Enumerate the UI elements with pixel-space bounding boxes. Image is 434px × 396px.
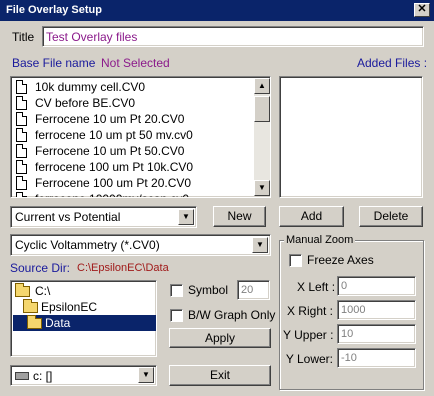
freeze-axes-label: Freeze Axes [307, 253, 374, 267]
file-list-item-label: ferrocene 10000mv/scan.cv0 [35, 192, 189, 197]
chevron-down-icon[interactable]: ▼ [138, 367, 154, 383]
file-list-item-label: Ferrocene 100 um Pt 20.CV0 [35, 176, 192, 190]
close-button[interactable]: ✕ [414, 3, 430, 17]
delete-button[interactable]: Delete [359, 206, 423, 227]
x-right-label: X Right : [286, 304, 333, 318]
y-upper-input[interactable]: 10 [337, 324, 416, 344]
added-files-label: Added Files : [357, 56, 428, 70]
document-icon [16, 144, 27, 158]
add-button[interactable]: Add [279, 206, 344, 227]
document-icon [16, 176, 27, 190]
document-icon [16, 80, 27, 94]
scroll-up-button[interactable]: ▲ [254, 78, 270, 94]
freeze-axes-checkbox[interactable] [289, 254, 302, 267]
drive-icon [15, 372, 29, 380]
window-title: File Overlay Setup [6, 4, 102, 16]
folder-open-icon [27, 315, 42, 329]
file-type-value: Cyclic Voltammetry (*.CV0) [15, 238, 160, 252]
x-left-input[interactable]: 0 [337, 276, 416, 296]
file-list-item[interactable]: ferrocene 100 um Pt 10k.CV0 [13, 159, 253, 175]
x-right-value: 1000 [341, 304, 366, 316]
file-list-item[interactable]: CV before BE.CV0 [13, 95, 253, 111]
scroll-thumb[interactable] [254, 96, 270, 122]
manual-zoom-label: Manual Zoom [284, 234, 356, 246]
y-lower-input[interactable]: -10 [337, 348, 416, 368]
chevron-down-icon[interactable]: ▼ [252, 237, 268, 253]
x-left-value: 0 [341, 280, 348, 292]
dir-item-epsilonec[interactable]: EpsilonEC [13, 299, 154, 315]
chevron-down-icon[interactable]: ▼ [178, 209, 194, 225]
title-input[interactable]: Test Overlay files [42, 26, 424, 47]
document-icon [16, 112, 27, 126]
drive-select[interactable]: c: [] ▼ [10, 365, 157, 386]
file-list-item[interactable]: Ferrocene 10 um Pt 50.CV0 [13, 143, 253, 159]
scroll-down-button[interactable]: ▼ [254, 180, 270, 196]
dir-item-data[interactable]: Data [13, 315, 156, 331]
file-list-item-label: 10k dummy cell.CV0 [35, 80, 146, 94]
file-list-item[interactable]: 10k dummy cell.CV0 [13, 79, 253, 95]
file-list-item-label: Ferrocene 10 um Pt 20.CV0 [35, 112, 185, 126]
document-icon [16, 160, 27, 174]
title-label: Title [12, 30, 35, 44]
dir-item-label: Data [45, 316, 71, 330]
symbol-label: Symbol [188, 283, 229, 297]
file-list-item[interactable]: ferrocene 10000mv/scan.cv0 [13, 191, 253, 197]
plot-type-select[interactable]: Current vs Potential ▼ [10, 206, 197, 228]
base-file-label: Base File name [12, 56, 96, 70]
symbol-size-input[interactable]: 20 [237, 280, 270, 300]
file-list-item-label: ferrocene 10 um pt 50 mv.cv0 [35, 128, 193, 142]
file-list-item-label: Ferrocene 10 um Pt 50.CV0 [35, 144, 185, 158]
file-list-item-label: ferrocene 100 um Pt 10k.CV0 [35, 160, 194, 174]
apply-button[interactable]: Apply [169, 328, 271, 348]
folder-open-icon [23, 299, 38, 313]
document-icon [16, 128, 27, 142]
directory-tree[interactable]: C:\ EpsilonEC Data [10, 280, 157, 357]
added-files-list[interactable] [279, 76, 423, 198]
exit-button[interactable]: Exit [169, 365, 271, 386]
base-file-status: Not Selected [101, 56, 170, 70]
file-list-item[interactable]: ferrocene 10 um pt 50 mv.cv0 [13, 127, 253, 143]
x-right-input[interactable]: 1000 [337, 300, 416, 320]
title-bar: File Overlay Setup ✕ [0, 0, 434, 21]
x-left-label: X Left : [297, 280, 336, 294]
y-lower-value: -10 [341, 352, 357, 364]
drive-value: c: [] [33, 369, 53, 383]
bw-graph-label: B/W Graph Only [188, 308, 276, 322]
folder-open-icon [15, 283, 30, 297]
source-dir-label: Source Dir: [10, 261, 71, 275]
new-button[interactable]: New [213, 206, 266, 227]
bw-graph-checkbox[interactable] [170, 309, 183, 322]
file-list[interactable]: 10k dummy cell.CV0 CV before BE.CV0 Ferroc… [10, 76, 271, 198]
plot-type-value: Current vs Potential [15, 210, 121, 224]
dir-item-label: EpsilonEC [41, 300, 98, 314]
file-list-item[interactable]: Ferrocene 10 um Pt 20.CV0 [13, 111, 253, 127]
file-list-scrollbar[interactable]: ▲ ▼ [254, 78, 270, 196]
source-dir-value: C:\EpsilonEC\Data [77, 262, 169, 274]
title-input-value: Test Overlay files [46, 30, 138, 44]
file-list-items: 10k dummy cell.CV0 CV before BE.CV0 Ferroc… [13, 79, 253, 197]
dir-item-label: C:\ [35, 284, 51, 298]
symbol-size-value: 20 [241, 284, 254, 296]
file-type-select[interactable]: Cyclic Voltammetry (*.CV0) ▼ [10, 234, 271, 256]
dir-item-c[interactable]: C:\ [13, 283, 154, 299]
symbol-checkbox[interactable] [170, 284, 183, 297]
file-list-item-label: CV before BE.CV0 [35, 96, 136, 110]
y-upper-label: Y Upper : [283, 328, 334, 342]
y-upper-value: 10 [341, 328, 354, 340]
document-icon [16, 96, 27, 110]
y-lower-label: Y Lower: [285, 352, 333, 366]
file-list-item[interactable]: Ferrocene 100 um Pt 20.CV0 [13, 175, 253, 191]
document-icon [16, 192, 27, 197]
